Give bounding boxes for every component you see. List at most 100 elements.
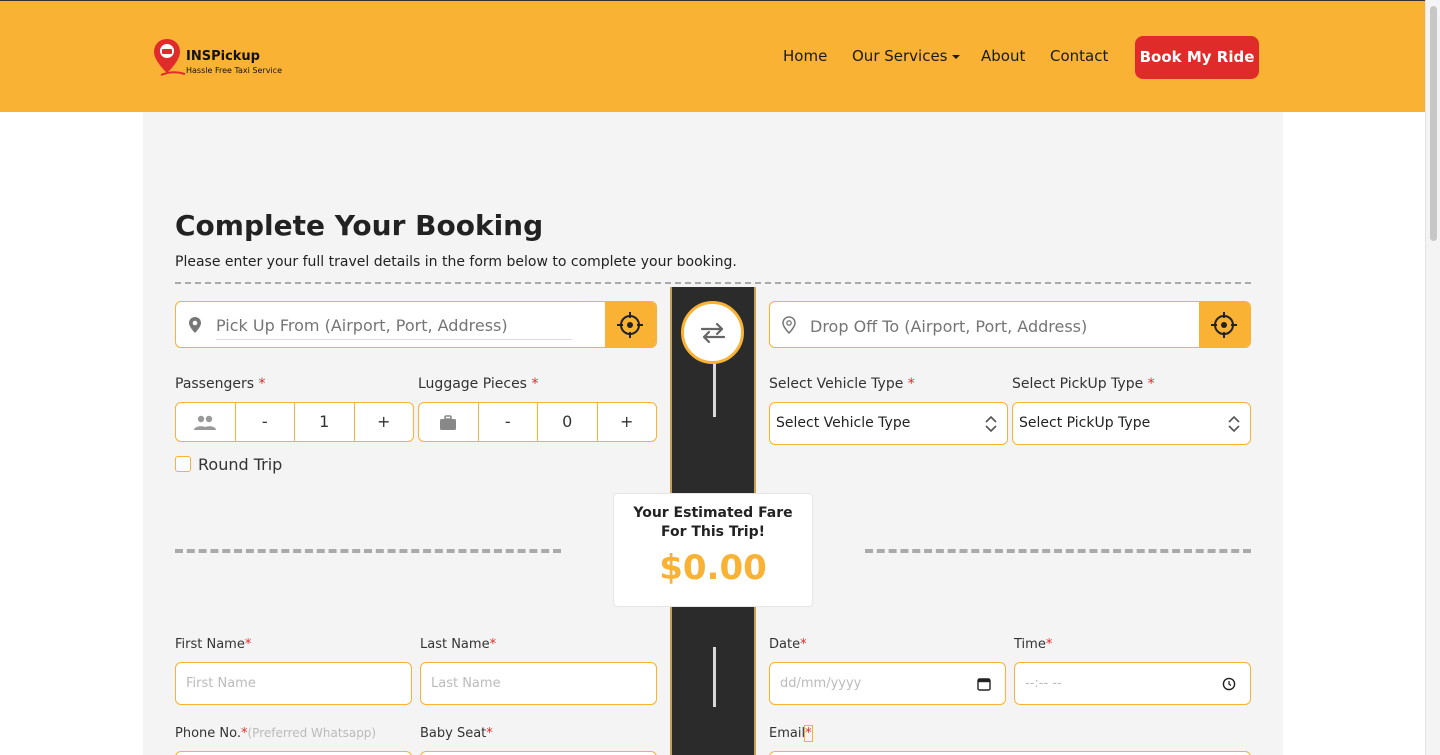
divider-top [175,282,1251,284]
luggage-decrement-button[interactable]: - [479,403,538,441]
required-mark: * [804,725,813,742]
road-lane-mark [713,647,716,707]
first-name-input[interactable]: First Name [175,662,412,705]
required-mark: * [1147,376,1155,392]
luggage-increment-button[interactable]: + [598,403,657,441]
caret-down-icon [951,54,960,59]
baby-seat-label-text: Baby Seat [420,726,487,741]
phone-label: Phone No.*(Preferred Whatsapp) [175,726,376,741]
nav-about-link[interactable]: About [981,47,1025,65]
passengers-icon-cell [176,403,236,441]
clock-icon [1222,677,1236,691]
map-pin-icon [189,317,201,333]
pickup-type-label: Select PickUp Type * [1012,376,1155,392]
swap-locations-button[interactable] [681,301,744,364]
crosshair-icon [1211,312,1237,338]
time-label-text: Time [1014,637,1046,652]
time-placeholder: --:-- -- [1025,676,1062,691]
email-input[interactable] [769,751,1251,755]
calendar-icon [977,678,991,691]
nav-services-dropdown[interactable]: Our Services [852,47,960,65]
last-name-label-text: Last Name [420,637,490,652]
divider-right [865,549,1251,553]
round-trip-label[interactable]: Round Trip [198,455,282,474]
email-label-text: Email [769,726,806,741]
required-mark: * [489,637,497,652]
nav-home-link[interactable]: Home [783,47,827,65]
crosshair-icon [617,312,643,338]
luggage-label-text: Luggage Pieces [418,376,527,392]
page-title: Complete Your Booking [175,209,544,242]
first-name-label-text: First Name [175,637,245,652]
first-name-label: First Name* [175,637,251,652]
dropoff-input[interactable] [810,312,1166,340]
briefcase-icon [440,414,457,430]
vehicle-type-select[interactable]: Select Vehicle Type [769,402,1008,445]
swap-arrows-icon [700,322,725,343]
pickup-type-selected: Select PickUp Type [1019,415,1151,431]
vehicle-type-label-text: Select Vehicle Type [769,376,904,392]
site-header: INSPickup Hassle Free Taxi Service Home … [0,0,1425,112]
required-mark: * [244,637,252,652]
pickup-type-select[interactable]: Select PickUp Type [1012,402,1251,445]
required-mark: * [486,726,493,741]
map-pin-outline-icon [782,316,796,334]
scrollbar-thumb[interactable] [1430,6,1437,241]
dropoff-location-group [769,301,1251,348]
luggage-label: Luggage Pieces * [418,376,538,392]
select-arrows-icon [1228,415,1240,433]
vehicle-type-label: Select Vehicle Type * [769,376,915,392]
round-trip-checkbox[interactable] [175,456,191,472]
passengers-stepper: - 1 + [175,402,414,442]
date-label-text: Date [769,637,801,652]
last-name-label: Last Name* [420,637,496,652]
pickup-location-group [175,301,657,348]
passengers-label-text: Passengers [175,376,255,392]
date-placeholder: dd/mm/yyyy [780,676,862,691]
time-label: Time* [1014,637,1052,652]
map-pin-logo-icon [154,39,186,76]
brand-name: INSPickup [186,49,260,64]
brand-tagline: Hassle Free Taxi Service [186,66,282,75]
estimated-fare-card: Your Estimated Fare For This Trip! $0.00 [613,493,813,607]
road-lane-mark [713,363,716,417]
select-arrows-icon [985,415,997,433]
passengers-label: Passengers * [175,376,265,392]
required-mark: * [258,376,266,392]
divider-left [175,549,561,553]
phone-input[interactable] [175,751,412,755]
book-my-ride-button[interactable]: Book My Ride [1135,36,1259,79]
time-input[interactable]: --:-- -- [1014,662,1251,705]
pickup-locate-button[interactable] [605,302,656,347]
passengers-decrement-button[interactable]: - [236,403,295,441]
date-label: Date* [769,637,807,652]
nav-contact-link[interactable]: Contact [1050,47,1108,65]
phone-label-text: Phone No. [175,726,241,741]
date-input[interactable]: dd/mm/yyyy [769,662,1006,705]
fare-amount: $0.00 [659,548,767,588]
vehicle-type-selected: Select Vehicle Type [776,415,911,431]
dropoff-locate-button[interactable] [1199,302,1250,347]
brand-logo[interactable]: INSPickup Hassle Free Taxi Service [153,37,303,79]
page-subtitle: Please enter your full travel details in… [175,254,737,270]
page-scrollbar[interactable] [1425,0,1440,755]
phone-hint: (Preferred Whatsapp) [247,726,377,740]
passengers-increment-button[interactable]: + [355,403,414,441]
passengers-count[interactable]: 1 [295,403,355,441]
people-icon [194,415,217,430]
required-mark: * [907,376,915,392]
baby-seat-select[interactable] [420,751,657,755]
required-mark: * [1045,637,1053,652]
luggage-stepper: - 0 + [418,402,657,442]
email-label: Email* [769,725,813,742]
baby-seat-label: Baby Seat* [420,726,493,741]
luggage-count[interactable]: 0 [538,403,598,441]
pickup-type-label-text: Select PickUp Type [1012,376,1144,392]
pickup-input[interactable] [216,312,572,340]
last-name-input[interactable]: Last Name [420,662,657,705]
fare-title: Your Estimated Fare For This Trip! [633,505,793,540]
luggage-icon-cell [419,403,479,441]
nav-services-label: Our Services [852,47,948,65]
required-mark: * [531,376,539,392]
required-mark: * [800,637,807,652]
